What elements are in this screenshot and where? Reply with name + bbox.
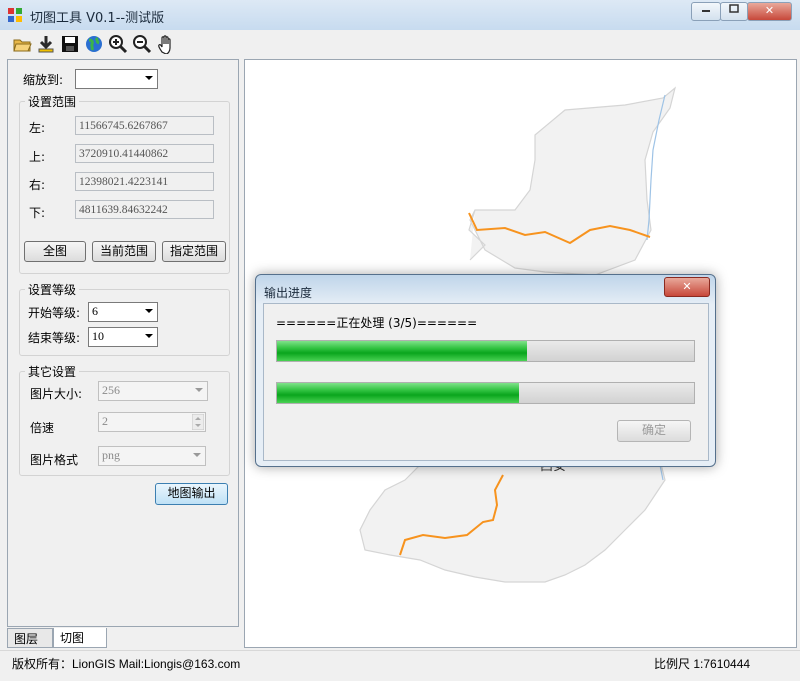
progress-status-text: ======正在处理 (3/5)====== [276,316,478,330]
top-label: 上: [29,150,46,164]
bottom-coordinate-field[interactable]: 4811639.84632242 [75,200,214,219]
end-level-select[interactable]: 10 [88,327,158,347]
level-group-title: 设置等级 [25,281,80,298]
left-label: 左: [29,121,46,135]
pan-hand-icon[interactable] [156,34,176,55]
zoom-in-icon[interactable] [108,34,128,54]
chevron-down-icon [195,388,203,392]
open-folder-icon[interactable] [12,34,32,54]
ok-button[interactable]: 确定 [617,420,691,442]
progress-dialog: 输出进度 ✕ ======正在处理 (3/5)====== 确定 [255,274,716,467]
scale-text: 比例尺 1:7610444 [654,657,751,671]
minimize-button[interactable] [691,2,721,21]
map-export-button[interactable]: 地图输出 [155,483,228,505]
image-size-select[interactable]: 256 [98,381,208,401]
chevron-down-icon [145,334,153,338]
copyright-text: 版权所有：LionGIS Mail:Liongis@163.com [12,657,241,671]
globe-icon[interactable] [84,34,104,54]
minimize-icon [702,10,710,12]
left-coordinate-field[interactable]: 11566745.6267867 [75,116,214,135]
chevron-down-icon [145,309,153,313]
dialog-body: ======正在处理 (3/5)====== 确定 [263,303,709,461]
top-coordinate-field[interactable]: 3720910.41440862 [75,144,214,163]
add-layer-icon[interactable] [36,34,56,54]
speed-label: 倍速 [30,421,55,435]
dialog-close-button[interactable]: ✕ [664,277,710,297]
image-format-label: 图片格式 [30,453,79,467]
right-label: 右: [29,178,46,192]
start-level-label: 开始等级: [28,306,81,320]
speed-stepper[interactable]: 2 [98,412,206,432]
other-settings-title: 其它设置 [25,363,80,380]
start-level-select[interactable]: 6 [88,302,158,322]
progress-bar-2 [276,382,695,404]
tab-tile-cut[interactable]: 切图 [53,628,107,648]
save-icon[interactable] [60,34,80,54]
zoom-to-select[interactable] [75,69,158,89]
maximize-icon [729,4,739,13]
zoom-out-icon[interactable] [132,34,152,54]
right-coordinate-field[interactable]: 12398021.4223141 [75,172,214,191]
image-size-label: 图片大小: [30,387,83,401]
dialog-title: 输出进度 [264,286,313,300]
full-extent-button[interactable]: 全图 [24,241,86,262]
zoom-to-label: 缩放到: [23,73,64,87]
image-format-select[interactable]: png [98,446,206,466]
progress-bar-1 [276,340,695,362]
specify-extent-button[interactable]: 指定范围 [162,241,226,262]
app-icon [8,8,22,22]
chevron-down-icon [145,76,153,80]
maximize-button[interactable] [720,2,748,21]
bottom-label: 下: [29,206,46,220]
progress-fill-2 [277,383,519,403]
end-level-label: 结束等级: [28,331,81,345]
close-button[interactable]: ✕ [747,2,792,21]
progress-fill-1 [277,341,528,361]
current-extent-button[interactable]: 当前范围 [92,241,156,262]
window-title: 切图工具 V0.1--测试版 [30,11,165,26]
range-group-title: 设置范围 [25,93,80,110]
tab-layers[interactable]: 图层 [7,628,53,648]
stepper-arrows-icon [192,414,204,430]
chevron-down-icon [193,453,201,457]
